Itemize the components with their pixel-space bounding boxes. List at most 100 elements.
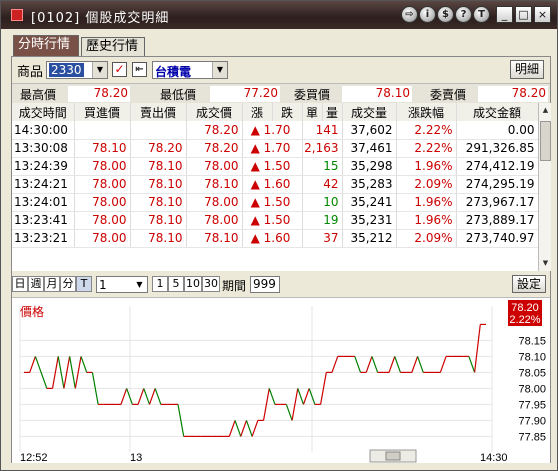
price-segment [268,388,276,405]
trade-detail-table[interactable]: 成交時間 買進價 賣出價 成交價 漲 跌 單 量 成交量 漲跌幅 成交金額 14… [12,103,538,271]
tab-history[interactable]: 歷史行情 [81,37,145,57]
chevron-down-icon[interactable]: ▼ [212,62,227,78]
info-icon[interactable]: i [419,6,436,23]
settings-button[interactable]: 設定 [512,275,546,293]
price-segment [34,356,42,373]
cell-time: 13:30:08 [12,139,75,158]
table-row[interactable]: 13:30:08 78.10 78.20 78.20 ▲ 1.70 2,163 37,461… [12,139,538,158]
period-minute-button[interactable]: 分 [60,276,76,292]
col-time[interactable]: 成交時間 [12,103,75,121]
cell-qty: 2,163 [302,139,343,158]
last-pct-label: 2.22% [509,314,540,326]
cell-change-pct: 2.22% [396,121,457,140]
col-down[interactable]: 跌 [272,103,303,121]
stock-name-combo[interactable]: 台積電 ▼ [152,61,228,79]
scroll-thumb[interactable] [540,121,551,161]
cell-volume: 37,602 [342,121,397,140]
cell-ask: 78.10 [130,229,187,248]
zoom-1-button[interactable]: 1 [152,276,168,292]
col-qty[interactable]: 量 [322,103,343,121]
price-segment [302,388,310,405]
chevron-down-icon[interactable]: ▼ [132,277,147,292]
table-row[interactable]: 13:23:21 78.00 78.10 78.10 ▲ 1.60 37 35,212 2.0… [12,229,538,248]
period-tick-button[interactable]: T [76,276,92,292]
cell-price: 78.20 [186,139,243,158]
cell-bid: 78.10 [74,139,131,158]
interval-select[interactable]: 1 ▼ [96,276,148,293]
table-row[interactable]: 13:23:41 78.00 78.10 78.00 ▲ 1.50 19 35,231 1.9… [12,211,538,230]
col-ask[interactable]: 賣出價 [130,103,187,121]
cell-volume: 37,461 [342,139,397,158]
period-month-button[interactable]: 月 [44,276,60,292]
price-icon[interactable]: $ [437,6,454,23]
cell-amount: 274,412.19 [456,157,538,176]
cell-amount: 0.00 [456,121,538,140]
link-toggle-icon[interactable]: ⇤ [132,62,147,77]
zoom-30-button[interactable]: 30 [202,276,220,292]
tab-intraday[interactable]: 分時行情 [13,35,79,57]
zoom-5-button[interactable]: 5 [168,276,184,292]
table-row[interactable]: 13:24:39 78.00 78.10 78.00 ▲ 1.50 15 35,298 1.9… [12,157,538,176]
table-row[interactable]: 13:24:21 78.00 78.10 78.10 ▲ 1.60 42 35,283 2.0… [12,175,538,194]
price-segment [394,356,402,373]
price-segment [240,420,248,437]
price-chart[interactable]: 78.15 78.10 78.05 78.00 77.95 77.90 77.85 78.20… [12,297,550,464]
cell-qty: 10 [302,193,343,212]
price-segment [473,324,481,373]
low-label: 最低價 [160,88,197,102]
range-input[interactable]: 999 [250,276,280,293]
price-segment [251,420,259,437]
x-tick-label: 12:52 [20,452,48,464]
zoom-10-button[interactable]: 10 [184,276,202,292]
period-week-button[interactable]: 週 [28,276,44,292]
bid-value: 78.10 [342,86,412,102]
table-row[interactable]: 14:30:00 78.20 ▲ 1.70 141 37,602 2.22% 0.00 [12,121,538,140]
col-volume[interactable]: 成交量 [342,103,397,121]
detail-button[interactable]: 明細 [510,60,544,79]
window-client: 分時行情 歷史行情 商品 2330 ▼ ✓ ⇤ 台積電 ▼ 明細 最高價 78.… [9,29,551,464]
cell-bid: 78.00 [74,229,131,248]
col-price[interactable]: 成交價 [186,103,243,121]
chevron-down-icon[interactable]: ▼ [92,62,107,78]
cell-amount: 273,740.97 [456,229,538,248]
price-segment [143,388,151,405]
period-day-button[interactable]: 日 [12,276,28,292]
table-row[interactable]: 13:24:01 78.00 78.10 78.00 ▲ 1.50 10 35,241 1.9… [12,193,538,212]
cell-ask: 78.10 [130,211,187,230]
col-bid[interactable]: 買進價 [74,103,131,121]
cell-bid [74,121,131,140]
price-segment [228,420,236,437]
minimize-button[interactable]: _ [496,6,513,23]
link-icon[interactable]: ⇨ [401,6,418,23]
cell-change: ▲ 1.50 [242,193,303,212]
window-title: [0102] 個股成交明細 [31,11,170,26]
app-icon [11,9,23,21]
title-bar[interactable]: [0102] 個股成交明細 ⇨ i $ ? T _ □ × [1,1,557,29]
scroll-down-icon[interactable]: ▼ [540,257,551,269]
close-button[interactable]: × [534,6,551,23]
cell-time: 13:24:39 [12,157,75,176]
col-single[interactable]: 單 [302,103,323,121]
table-scrollbar[interactable]: ▲ ▼ [538,103,551,271]
col-amount[interactable]: 成交金額 [456,103,538,121]
cell-qty: 37 [302,229,343,248]
help-icon[interactable]: ? [455,6,472,23]
col-up[interactable]: 漲 [242,103,273,121]
topmost-icon[interactable]: T [473,6,490,23]
stock-code-combo[interactable]: 2330 ▼ [46,61,108,79]
cell-bid: 78.00 [74,211,131,230]
chart-title: 價格 [20,305,45,319]
interval-value: 1 [99,278,107,292]
col-change-pct[interactable]: 漲跌幅 [396,103,457,121]
sync-checkbox[interactable]: ✓ [112,62,127,77]
maximize-button[interactable]: □ [515,6,532,23]
cell-ask: 78.20 [130,139,187,158]
price-segment [154,388,162,405]
high-value: 78.20 [68,86,130,102]
x-tick-label: 13 [130,452,142,464]
intraday-panel: 商品 2330 ▼ ✓ ⇤ 台積電 ▼ 明細 最高價 78.20 最低價 77.… [11,56,551,464]
cell-ask: 78.10 [130,175,187,194]
cell-qty: 15 [302,157,343,176]
price-segment [285,404,293,421]
scroll-up-icon[interactable]: ▲ [540,104,551,116]
